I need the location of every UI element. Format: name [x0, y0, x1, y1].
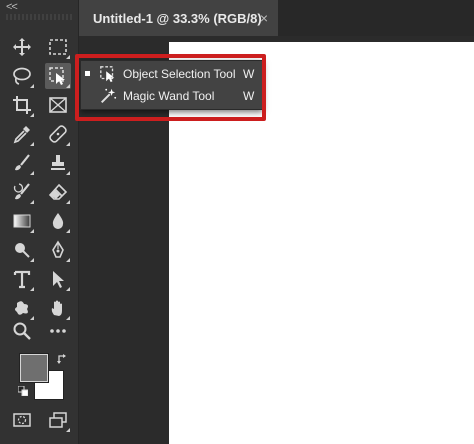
path-selection-icon — [53, 271, 64, 288]
type-tool[interactable] — [9, 266, 35, 292]
close-icon[interactable]: × — [260, 10, 268, 26]
flyout-item-shortcut: W — [243, 89, 255, 103]
dodge-tool[interactable] — [9, 237, 35, 263]
foreground-color-swatch[interactable] — [20, 354, 48, 382]
eyedropper-icon — [13, 126, 30, 144]
frame-icon — [49, 97, 67, 113]
document-tab[interactable]: Untitled-1 @ 33.3% (RGB/8) × — [79, 0, 278, 36]
quick-mask-button[interactable] — [9, 407, 35, 433]
lasso-tool[interactable] — [9, 63, 35, 89]
document-tab-bar: Untitled-1 @ 33.3% (RGB/8) × — [79, 0, 474, 36]
object-selection-icon — [49, 67, 65, 85]
more-tools-icon — [50, 329, 66, 333]
pen-tool[interactable] — [45, 237, 71, 263]
blur-icon — [52, 213, 64, 229]
gradient-tool[interactable] — [9, 208, 35, 234]
selected-bullet-icon — [85, 71, 90, 76]
path-selection-tool[interactable] — [45, 266, 71, 292]
flyout-item-magic-wand[interactable]: Magic Wand Tool W — [81, 85, 262, 107]
pen-icon — [52, 240, 64, 258]
zoom-tool[interactable] — [9, 318, 35, 344]
flyout-item-object-selection[interactable]: Object Selection Tool W — [81, 63, 262, 85]
gradient-icon — [13, 214, 31, 228]
move-icon — [13, 38, 31, 56]
flyout-item-shortcut: W — [243, 67, 255, 81]
swap-colors-icon[interactable] — [56, 352, 70, 366]
crop-tool[interactable] — [9, 92, 35, 118]
selection-tools-flyout: Object Selection Tool W Magic Wand Tool … — [80, 60, 263, 110]
flyout-item-label: Object Selection Tool — [123, 67, 236, 81]
crop-icon — [13, 96, 31, 114]
eyedropper-tool[interactable] — [9, 121, 35, 147]
history-brush-tool[interactable] — [9, 179, 35, 205]
collapse-panel-button[interactable]: << — [6, 1, 18, 13]
document-tab-title: Untitled-1 @ 33.3% (RGB/8) — [93, 10, 262, 26]
magic-wand-icon — [100, 88, 117, 104]
screen-mode-icon — [49, 412, 67, 428]
healing-brush-icon — [49, 125, 67, 143]
frame-tool[interactable] — [45, 92, 71, 118]
zoom-icon — [13, 322, 31, 340]
panel-grip[interactable] — [6, 14, 72, 20]
rectangular-marquee-icon — [49, 39, 67, 55]
custom-shape-icon — [15, 301, 28, 315]
move-tool[interactable] — [9, 34, 35, 60]
object-selection-icon — [100, 66, 115, 83]
hand-icon — [51, 300, 62, 316]
clone-stamp-icon — [51, 155, 65, 170]
tools-panel: << — [0, 0, 79, 444]
clone-stamp-tool[interactable] — [45, 150, 71, 176]
more-tools-button[interactable] — [45, 318, 71, 344]
brush-icon — [15, 154, 30, 171]
quick-mask-icon — [13, 413, 31, 427]
object-selection-tool[interactable] — [45, 63, 71, 89]
screen-mode-button[interactable] — [45, 407, 71, 433]
flyout-item-label: Magic Wand Tool — [123, 89, 215, 103]
rectangular-marquee-tool[interactable] — [45, 34, 71, 60]
healing-brush-tool[interactable] — [45, 121, 71, 147]
dodge-icon — [15, 243, 30, 258]
type-icon — [13, 270, 31, 289]
brush-tool[interactable] — [9, 150, 35, 176]
eraser-tool[interactable] — [45, 179, 71, 205]
history-brush-icon — [13, 183, 30, 200]
blur-tool[interactable] — [45, 208, 71, 234]
eraser-icon — [48, 183, 68, 200]
lasso-icon — [13, 67, 31, 85]
default-colors-icon[interactable] — [18, 386, 28, 396]
